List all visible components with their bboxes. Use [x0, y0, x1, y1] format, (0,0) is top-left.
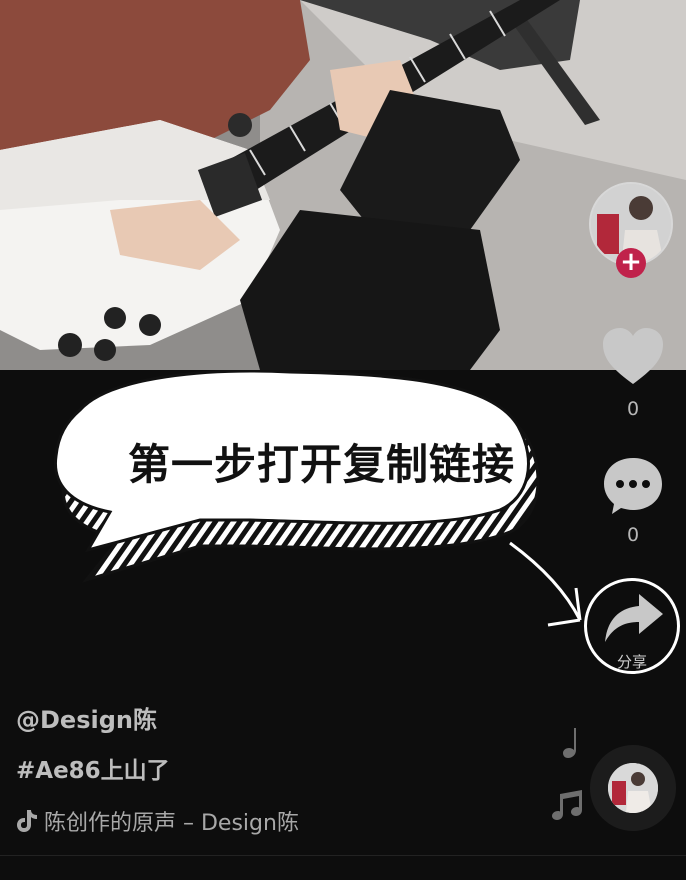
- follow-button[interactable]: +: [616, 248, 646, 278]
- callout-text: 第一步打开复制链接: [128, 440, 516, 489]
- video-player[interactable]: [0, 0, 686, 370]
- double-music-note-icon: [552, 790, 584, 824]
- music-title: 陈创作的原声 – Design陈: [44, 811, 299, 836]
- music-disc-cover: [608, 763, 658, 813]
- video-frame-image: [0, 0, 686, 370]
- creator-avatar-group[interactable]: +: [589, 182, 677, 278]
- share-label: 分享: [616, 653, 647, 671]
- heart-icon: [603, 328, 663, 384]
- like-count: 0: [626, 398, 640, 420]
- music-note-icon: [562, 726, 584, 764]
- like-button[interactable]: [601, 326, 665, 386]
- tiktok-note-icon: [16, 809, 38, 839]
- music-marquee[interactable]: 陈创作的原声 – Design陈: [16, 805, 299, 839]
- comment-button[interactable]: [602, 456, 664, 516]
- comment-icon: [604, 458, 662, 514]
- music-disc[interactable]: [590, 745, 676, 831]
- share-arrow-icon: [605, 594, 663, 642]
- share-button[interactable]: 分享: [584, 578, 680, 674]
- divider: [0, 855, 686, 856]
- hashtag-link[interactable]: #Ae86上山了: [16, 751, 170, 785]
- username-link[interactable]: @Design陈: [16, 700, 157, 735]
- comment-count: 0: [626, 524, 640, 546]
